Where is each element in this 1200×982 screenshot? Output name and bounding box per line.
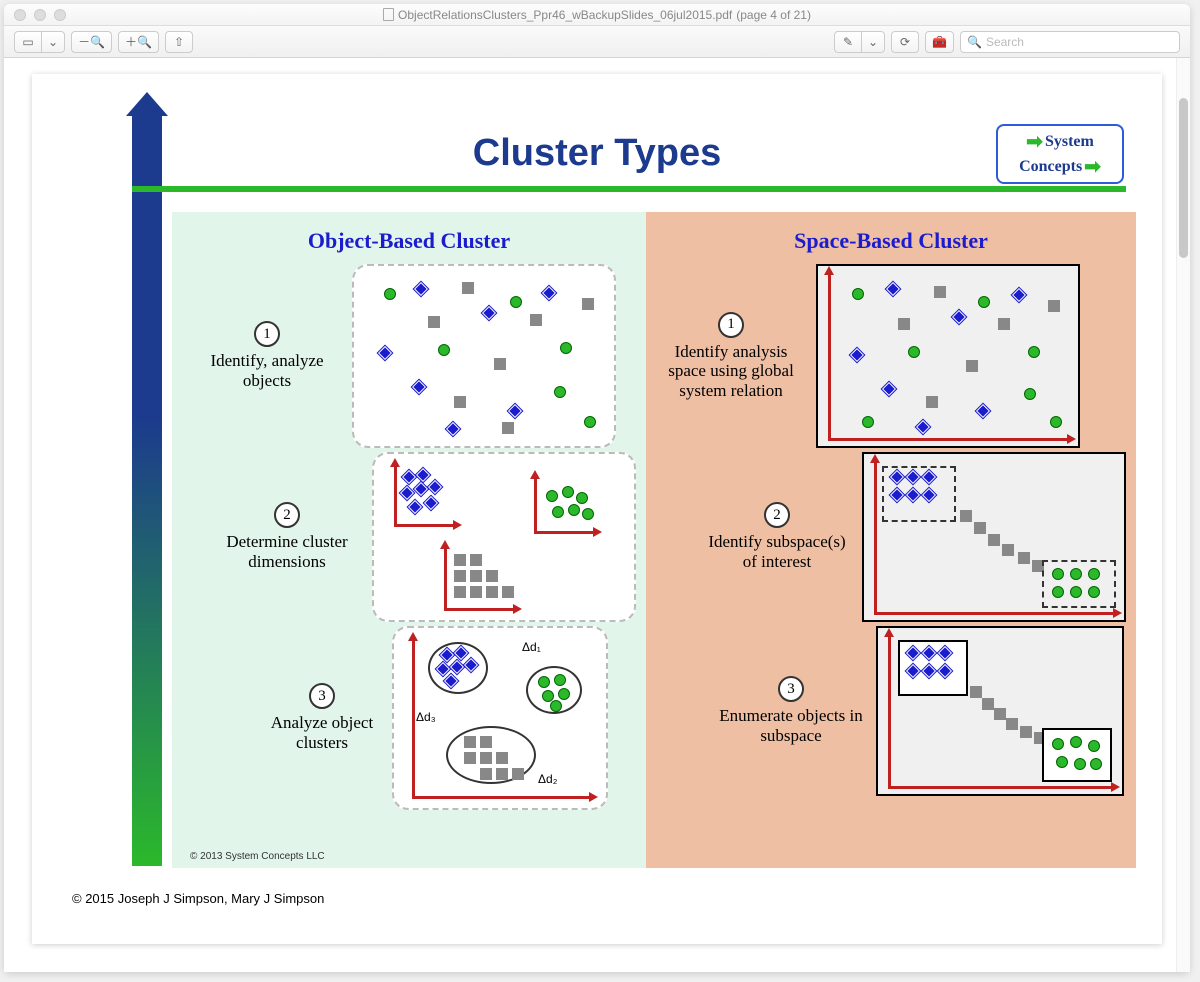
scroll-thumb[interactable]	[1179, 98, 1188, 258]
share-button[interactable]: ⇧	[165, 31, 193, 53]
r-step-2-text: 2 Identify subspace(s) of interest	[702, 502, 852, 571]
r-step-1-badge: 1	[718, 312, 744, 338]
step-1-badge: 1	[254, 321, 280, 347]
step-1-text: 1 Identify, analyze objects	[192, 321, 342, 390]
r-step-1-text: 1 Identify analysis space using global s…	[656, 312, 806, 401]
document-icon	[383, 8, 394, 21]
timeline-arrow	[132, 116, 162, 866]
search-input[interactable]: 🔍 Search	[960, 31, 1180, 53]
logo-line2: Concepts	[1019, 158, 1082, 176]
r-step-3-badge: 3	[778, 676, 804, 702]
diagram-space-1	[816, 264, 1080, 448]
zoom-in-button[interactable]: ＋🔍	[118, 31, 159, 53]
diagram-ellipses: Δd₁ Δd₂ Δd₃	[392, 626, 608, 810]
delta-d1-label: Δd₁	[522, 640, 541, 654]
page-indicator: (page 4 of 21)	[736, 8, 811, 22]
annotate-button[interactable]: ✎	[834, 31, 862, 53]
r-step-3-text: 3 Enumerate objects in subspace	[716, 676, 866, 745]
sidebar-toggle-button[interactable]: ▭	[14, 31, 42, 53]
system-concepts-logo: ➡System Concepts➡	[996, 124, 1124, 184]
annotate-menu-button[interactable]: ⌄	[862, 31, 885, 53]
object-based-panel: Object-Based Cluster 1 Identify, analyze…	[172, 212, 646, 868]
step-2-badge: 2	[274, 502, 300, 528]
delta-d2-label: Δd₂	[538, 772, 557, 786]
logo-line1: System	[1045, 133, 1094, 151]
diagram-scatter	[352, 264, 616, 448]
search-placeholder: Search	[986, 35, 1024, 49]
step-3-badge: 3	[309, 683, 335, 709]
step-2-text: 2 Determine cluster dimensions	[212, 502, 362, 571]
slide-title: Cluster Types	[32, 132, 1162, 175]
left-panel-title: Object-Based Cluster	[182, 228, 636, 254]
r-step-2-badge: 2	[764, 502, 790, 528]
rotate-button[interactable]: ⟳	[891, 31, 919, 53]
vertical-scrollbar[interactable]	[1176, 58, 1190, 972]
titlebar: ObjectRelationsClusters_Ppr46_wBackupSli…	[4, 4, 1190, 26]
divider-rule	[132, 186, 1126, 192]
right-panel-title: Space-Based Cluster	[656, 228, 1126, 254]
diagram-space-2	[862, 452, 1126, 622]
diagram-mini-axes	[372, 452, 636, 622]
app-window: ObjectRelationsClusters_Ppr46_wBackupSli…	[4, 4, 1190, 972]
slide-page: Cluster Types ➡System Concepts➡ Object-B…	[32, 74, 1162, 944]
inner-copyright: © 2013 System Concepts LLC	[190, 851, 325, 862]
filename-label: ObjectRelationsClusters_Ppr46_wBackupSli…	[398, 8, 732, 22]
toolbar: ▭ ⌄ －🔍 ＋🔍 ⇧ ✎ ⌄ ⟳ 🧰 🔍 Search	[4, 26, 1190, 58]
document-viewer[interactable]: Cluster Types ➡System Concepts➡ Object-B…	[4, 58, 1190, 972]
search-icon: 🔍	[967, 35, 982, 49]
space-based-panel: Space-Based Cluster 1 Identify analysis …	[646, 212, 1136, 868]
outer-copyright: © 2015 Joseph J Simpson, Mary J Simpson	[72, 891, 324, 906]
diagram-space-3	[876, 626, 1124, 796]
step-3-text: 3 Analyze object clusters	[262, 683, 382, 752]
sidebar-menu-button[interactable]: ⌄	[42, 31, 65, 53]
delta-d3-label: Δd₃	[416, 710, 436, 724]
markup-button[interactable]: 🧰	[925, 31, 954, 53]
document-title: ObjectRelationsClusters_Ppr46_wBackupSli…	[4, 8, 1190, 22]
zoom-out-button[interactable]: －🔍	[71, 31, 112, 53]
